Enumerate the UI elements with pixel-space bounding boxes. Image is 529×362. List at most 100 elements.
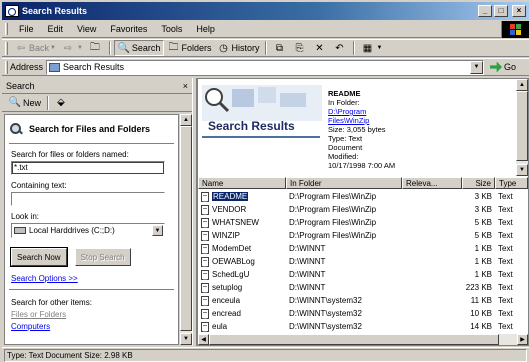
copy-to-icon: ⎘ [295, 42, 304, 54]
table-row[interactable]: README D:\Program Files\WinZip 3 KB Text [198, 190, 528, 203]
cell-type: Text [498, 205, 513, 214]
back-dropdown-icon[interactable]: ▼ [50, 45, 56, 51]
scroll-up-icon[interactable]: ▲ [180, 114, 192, 126]
move-to-button[interactable]: ⧉ [270, 40, 290, 56]
address-input[interactable]: Search Results ▼ [46, 59, 485, 75]
search-button[interactable]: 🔍 Search [113, 40, 165, 56]
go-arrow-icon [490, 61, 503, 73]
cell-type: Text [498, 309, 513, 318]
search-engine-button[interactable]: ⬙ [52, 95, 72, 111]
column-type[interactable]: Type [495, 177, 528, 189]
table-row[interactable]: OEWABLog D:\WINNT 1 KB Text [198, 255, 528, 268]
menu-edit[interactable]: Edit [41, 24, 71, 34]
table-row[interactable]: WINZIP D:\Program Files\WinZip 5 KB Text [198, 229, 528, 242]
file-details: README In Folder: D:\Program Files\WinZi… [328, 89, 518, 170]
title-bar[interactable]: Search Results _ □ × [2, 2, 529, 20]
undo-button[interactable]: ↶ [330, 40, 350, 56]
search-now-button[interactable]: Search Now [10, 247, 68, 267]
cell-in-folder: D:\Program Files\WinZip [289, 192, 377, 201]
file-name: OEWABLog [212, 257, 255, 266]
text-file-icon [201, 243, 209, 254]
table-row[interactable]: WHATSNEW D:\Program Files\WinZip 5 KB Text [198, 216, 528, 229]
maximize-button[interactable]: □ [494, 5, 508, 17]
views-button[interactable]: ▦ ▼ [358, 40, 385, 56]
back-button[interactable]: ⇦ Back ▼ [12, 40, 59, 56]
go-button[interactable]: Go [490, 61, 516, 73]
minimize-button[interactable]: _ [478, 5, 492, 17]
copy-to-button[interactable]: ⎘ [290, 40, 310, 56]
detail-modified-label: Modified: [328, 152, 359, 161]
detail-folder-link-2[interactable]: Files\WinZip [328, 116, 518, 125]
scroll-right-icon[interactable]: ▶ [517, 334, 528, 345]
named-input[interactable]: *.txt [11, 161, 165, 175]
files-or-folders-link[interactable]: Files or Folders [5, 307, 178, 319]
table-row[interactable]: enceula D:\WINNT\system32 11 KB Text [198, 294, 528, 307]
named-label: Search for files or folders named: [11, 150, 129, 159]
menu-file[interactable]: File [12, 24, 41, 34]
cell-in-folder: D:\WINNT [289, 270, 326, 279]
search-pane-close-icon[interactable]: × [183, 81, 188, 91]
table-row[interactable]: eula D:\WINNT\system32 14 KB Text [198, 320, 528, 333]
banner-underline [202, 136, 320, 138]
delete-button[interactable]: ✕ [310, 40, 330, 56]
detail-folder-link-1[interactable]: D:\Program [328, 107, 518, 116]
column-name[interactable]: Name [198, 177, 286, 189]
menu-help[interactable]: Help [189, 24, 222, 34]
history-button[interactable]: ◷ History [214, 40, 262, 56]
cell-in-folder: D:\WINNT [289, 257, 326, 266]
file-name: SchedLgU [212, 270, 250, 279]
forward-dropdown-icon[interactable]: ▼ [77, 45, 83, 51]
menu-view[interactable]: View [70, 24, 103, 34]
file-name: eula [212, 322, 228, 331]
addressbar-grip[interactable] [5, 60, 8, 74]
close-button[interactable]: × [512, 5, 526, 17]
table-row[interactable]: setuplog D:\WINNT 223 KB Text [198, 281, 528, 294]
look-in-select[interactable]: Local Harddrives (C:;D:) ▼ [11, 223, 165, 238]
toolbar-grip[interactable] [5, 41, 8, 55]
text-file-icon [201, 321, 209, 332]
menubar-grip[interactable] [5, 23, 8, 35]
address-value: Search Results [63, 62, 125, 72]
forward-button[interactable]: ⇨ ▼ [59, 40, 86, 56]
search-pane-scrollbar[interactable]: ▲ ▼ [180, 114, 192, 345]
cell-size: 3 KB [474, 205, 492, 214]
scroll-down-icon[interactable]: ▼ [516, 164, 528, 176]
menu-tools[interactable]: Tools [154, 24, 189, 34]
scroll-thumb[interactable] [516, 91, 528, 161]
menu-favorites[interactable]: Favorites [103, 24, 154, 34]
computers-link[interactable]: Computers [5, 319, 178, 331]
text-file-icon [201, 256, 209, 267]
table-row[interactable]: SchedLgU D:\WINNT 1 KB Text [198, 268, 528, 281]
scroll-up-icon[interactable]: ▲ [516, 79, 528, 91]
cell-name: enceula [198, 295, 286, 306]
file-name: ModemDet [212, 244, 252, 253]
table-row[interactable]: ModemDet D:\WINNT 1 KB Text [198, 242, 528, 255]
scroll-thumb[interactable] [209, 334, 499, 345]
explorer-window: Search Results _ □ × File Edit View Favo… [0, 0, 529, 362]
address-dropdown-icon[interactable]: ▼ [470, 60, 484, 74]
look-in-dropdown-icon[interactable]: ▼ [152, 225, 163, 236]
column-size[interactable]: Size [462, 177, 495, 189]
results-horizontal-scrollbar[interactable]: ◀ ▶ [198, 334, 528, 345]
scroll-left-icon[interactable]: ◀ [198, 334, 209, 345]
address-bar: Address Search Results ▼ Go [2, 58, 529, 76]
table-row[interactable]: VENDOR D:\Program Files\WinZip 3 KB Text [198, 203, 528, 216]
menu-bar: File Edit View Favorites Tools Help [2, 21, 529, 38]
table-row[interactable]: encread D:\WINNT\system32 10 KB Text [198, 307, 528, 320]
scroll-thumb[interactable] [180, 126, 192, 331]
up-folder-button[interactable]: 🗀 [86, 40, 106, 56]
column-in-folder[interactable]: In Folder [286, 177, 402, 189]
detail-type-1: Type: Text [328, 134, 363, 143]
cell-type: Text [498, 244, 513, 253]
scroll-down-icon[interactable]: ▼ [180, 333, 192, 345]
new-search-button[interactable]: 🔍 New [6, 95, 44, 111]
search-options-link[interactable]: Search Options >> [5, 266, 178, 283]
stop-search-button[interactable]: Stop Search [74, 248, 131, 266]
banner-scrollbar[interactable]: ▲ ▼ [516, 79, 528, 176]
containing-text-input[interactable] [11, 192, 165, 206]
column-relevance[interactable]: Releva... [402, 177, 462, 189]
folders-button[interactable]: 🗀 Folders [164, 40, 214, 56]
cell-in-folder: D:\Program Files\WinZip [289, 205, 377, 214]
views-dropdown-icon[interactable]: ▼ [376, 45, 382, 51]
results-list-header: Name In Folder Releva... Size Type [198, 177, 528, 189]
